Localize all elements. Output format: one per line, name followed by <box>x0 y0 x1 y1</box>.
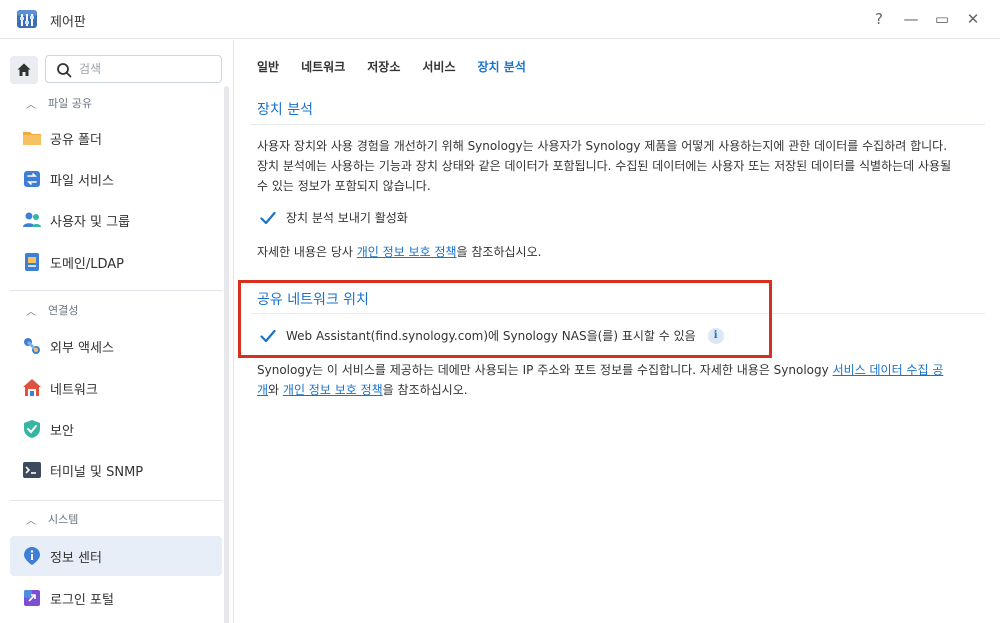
sidebar-item-info-center[interactable]: 정보 센터 <box>10 536 222 576</box>
sidebar-item-users-groups[interactable]: 사용자 및 그룹 <box>10 200 222 240</box>
search-icon <box>57 63 72 78</box>
minimize-button[interactable]: — <box>901 9 921 29</box>
shield-icon <box>22 419 42 439</box>
service-data-collection-link-cont[interactable]: 개 <box>257 383 268 397</box>
section-divider <box>251 313 985 314</box>
tab-bar: 일반 네트워크 저장소 서비스 장치 분석 <box>257 58 548 80</box>
sidebar-item-terminal-snmp[interactable]: 터미널 및 SNMP <box>10 450 222 490</box>
chevron-up-icon: ︿ <box>26 515 36 527</box>
privacy-policy-link-2[interactable]: 개인 정보 보호 정책 <box>283 383 383 397</box>
title-bar: 제어판 ? — ▭ ✕ <box>0 0 1000 39</box>
tab-storage[interactable]: 저장소 <box>367 58 400 80</box>
tab-services[interactable]: 서비스 <box>422 58 455 80</box>
terminal-icon <box>22 460 42 480</box>
device-analytics-checkbox-row: 장치 분석 보내기 활성화 <box>260 209 408 226</box>
section-divider <box>10 290 222 291</box>
home-button[interactable] <box>10 56 38 84</box>
network-location-checkbox[interactable] <box>260 328 276 344</box>
users-icon <box>22 210 42 230</box>
network-house-icon <box>22 378 42 398</box>
external-access-icon <box>22 336 42 356</box>
sidebar-item-file-services[interactable]: 파일 서비스 <box>10 159 222 199</box>
tab-device-analytics[interactable]: 장치 분석 <box>478 58 526 80</box>
section-file-sharing[interactable]: ︿ 파일 공유 <box>0 92 222 114</box>
device-analytics-checkbox[interactable] <box>260 210 276 226</box>
section-system[interactable]: ︿ 시스템 <box>0 508 222 530</box>
sidebar-scrollbar[interactable] <box>224 86 229 623</box>
search-input[interactable] <box>79 60 215 78</box>
sidebar-item-shared-folder[interactable]: 공유 폴더 <box>10 118 222 158</box>
sidebar-item-domain-ldap[interactable]: 도메인/LDAP <box>10 242 222 282</box>
device-analytics-title: 장치 분석 <box>257 102 313 118</box>
network-location-checkbox-row: Web Assistant(find.synology.com)에 Synolo… <box>260 327 724 344</box>
login-portal-icon <box>22 588 42 608</box>
maximize-button[interactable]: ▭ <box>932 9 952 29</box>
file-transfer-icon <box>22 169 42 189</box>
section-divider <box>251 124 985 125</box>
checkmark-icon <box>260 329 276 342</box>
device-analytics-more-info: 자세한 내용은 당사 개인 정보 보호 정책을 참조하십시오. <box>257 245 542 259</box>
tab-network[interactable]: 네트워크 <box>301 58 345 80</box>
control-panel-icon <box>15 7 39 31</box>
section-divider <box>10 500 222 501</box>
sidebar-item-login-portal[interactable]: 로그인 포털 <box>10 578 222 618</box>
service-data-collection-link[interactable]: 서비스 데이터 수집 공 <box>833 363 944 377</box>
sidebar-item-network[interactable]: 네트워크 <box>10 368 222 408</box>
sidebar-item-security[interactable]: 보안 <box>10 409 222 449</box>
main-panel: 일반 네트워크 저장소 서비스 장치 분석 장치 분석 사용자 장치와 사용 경… <box>235 40 1000 623</box>
info-icon <box>22 546 42 566</box>
network-location-title: 공유 네트워크 위치 <box>257 292 369 308</box>
info-icon[interactable]: i <box>707 327 724 344</box>
chevron-up-icon: ︿ <box>26 306 36 318</box>
section-connectivity[interactable]: ︿ 연결성 <box>0 299 222 321</box>
sidebar-item-external-access[interactable]: 외부 액세스 <box>10 326 222 366</box>
folder-icon <box>22 128 42 148</box>
home-icon <box>17 63 31 76</box>
sidebar: ︿ 파일 공유 공유 폴더 파일 서비스 사용자 및 그룹 도메인/LDAP ︿… <box>0 40 234 623</box>
search-field[interactable] <box>45 55 222 83</box>
privacy-policy-link[interactable]: 개인 정보 보호 정책 <box>357 245 457 259</box>
window-title: 제어판 <box>50 15 86 30</box>
close-button[interactable]: ✕ <box>963 9 983 29</box>
network-location-description: Synology는 이 서비스를 제공하는 데에만 사용되는 IP 주소와 포트… <box>257 363 944 397</box>
checkmark-icon <box>260 211 276 224</box>
device-analytics-description: 사용자 장치와 사용 경험을 개선하기 위해 Synology는 사용자가 Sy… <box>257 139 952 193</box>
help-button[interactable]: ? <box>869 9 889 29</box>
domain-icon <box>22 252 42 272</box>
chevron-up-icon: ︿ <box>26 99 36 111</box>
tab-general[interactable]: 일반 <box>257 58 279 80</box>
